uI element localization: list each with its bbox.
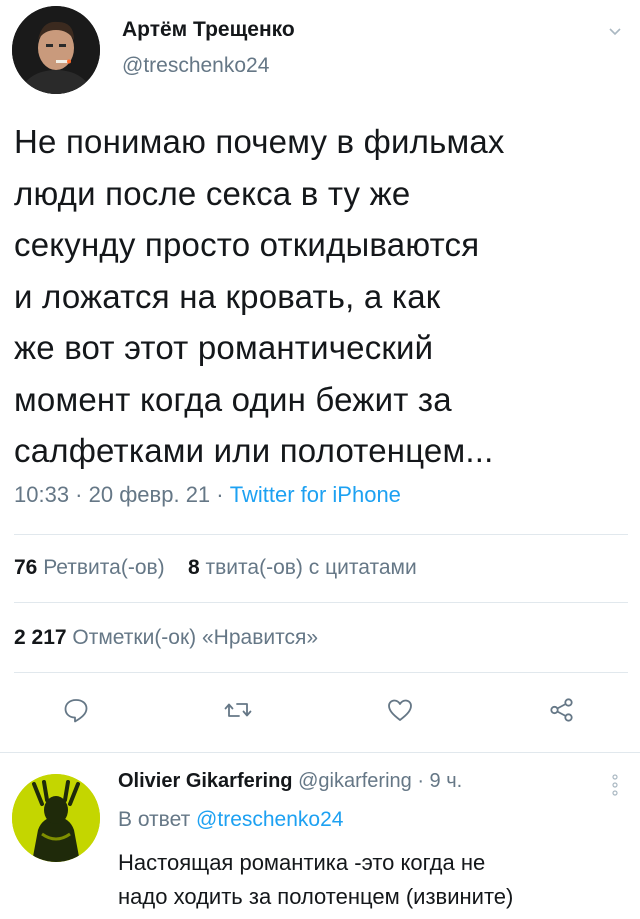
like-button[interactable]: [380, 690, 420, 730]
reply-button[interactable]: [56, 690, 96, 730]
author-handle[interactable]: @treschenko24: [122, 54, 269, 78]
likes-count: 2 217: [14, 626, 67, 649]
reply-text-line: Настоящая романтика -это когда не: [118, 850, 486, 875]
reply-age: 9 ч.: [429, 770, 463, 792]
divider: [14, 672, 628, 673]
replying-to: В ответ @treschenko24: [118, 808, 343, 832]
share-icon: [550, 698, 573, 722]
reply-author-avatar[interactable]: [12, 774, 100, 862]
quotes-count: 8: [188, 556, 200, 579]
share-button[interactable]: [542, 690, 582, 730]
divider: [14, 534, 628, 535]
reply-avatar-image: [12, 774, 100, 862]
retweet-stats: 76 Ретвита(-ов) 8 твита(-ов) с цитатами: [14, 556, 417, 580]
quotes-stat[interactable]: 8 твита(-ов) с цитатами: [188, 556, 417, 579]
tweet-text-line: Не понимаю почему в фильмах: [14, 123, 505, 160]
retweets-count: 76: [14, 556, 38, 579]
meta-separator: ·: [210, 482, 230, 507]
quotes-label: твита(-ов) с цитатами: [205, 556, 417, 579]
tweet-text-line: люди после секса в ту же: [14, 174, 411, 212]
divider: [14, 602, 628, 603]
reply-text-line: надо ходить за полотенцем (извините): [118, 884, 514, 909]
tweet-header: Артём Трещенко @treschenko24: [12, 6, 628, 96]
author-name[interactable]: Артём Трещенко: [122, 18, 295, 42]
retweets-stat[interactable]: 76 Ретвита(-ов): [14, 556, 165, 579]
reply-divider: [0, 752, 640, 753]
reply-tweet[interactable]: Olivier Gikarfering @gikarfering · 9 ч. …: [0, 760, 640, 919]
retweets-label: Ретвита(-ов): [43, 556, 165, 579]
meta-separator: ·: [411, 770, 430, 792]
author-avatar[interactable]: [12, 6, 100, 94]
replying-to-prefix: В ответ: [118, 808, 191, 831]
tweet-date[interactable]: 20 февр. 21: [89, 482, 211, 507]
retweet-icon: [224, 703, 252, 717]
tweet-source[interactable]: Twitter for iPhone: [230, 482, 401, 507]
meta-separator: ·: [69, 482, 89, 507]
reply-author-name[interactable]: Olivier Gikarfering: [118, 770, 293, 792]
tweet-meta: 10:33 · 20 февр. 21 · Twitter for iPhone: [14, 482, 401, 508]
replying-to-handle[interactable]: @treschenko24: [196, 808, 343, 831]
tweet-text-line: секунду просто откидываются: [14, 226, 480, 263]
retweet-button[interactable]: [218, 690, 258, 730]
tweet-text-line: салфетками или полотенцем...: [14, 432, 494, 469]
tweet-time[interactable]: 10:33: [14, 482, 69, 507]
reply-text: Настоящая романтика -это когда не надо х…: [118, 846, 618, 914]
tweet-text-line: момент когда один бежит за: [14, 380, 452, 418]
more-options-icon[interactable]: [612, 774, 618, 796]
reply-header: Olivier Gikarfering @gikarfering · 9 ч.: [118, 770, 462, 793]
tweet-text: Не понимаю почему в фильмах люди после с…: [14, 116, 628, 477]
tweet-text-line: и ложатся на кровать, а как: [14, 277, 441, 315]
chevron-down-icon[interactable]: [608, 24, 622, 38]
like-icon: [388, 699, 412, 721]
likes-stats[interactable]: 2 217 Отметки(-ок) «Нравится»: [14, 626, 318, 650]
likes-label: Отметки(-ок) «Нравится»: [72, 626, 319, 649]
reply-icon: [64, 699, 88, 723]
reply-author-handle[interactable]: @gikarfering: [298, 770, 412, 792]
tweet-text-line: же вот этот романтический: [14, 329, 434, 366]
author-avatar-image: [12, 6, 100, 94]
tweet-actions: [0, 690, 640, 736]
